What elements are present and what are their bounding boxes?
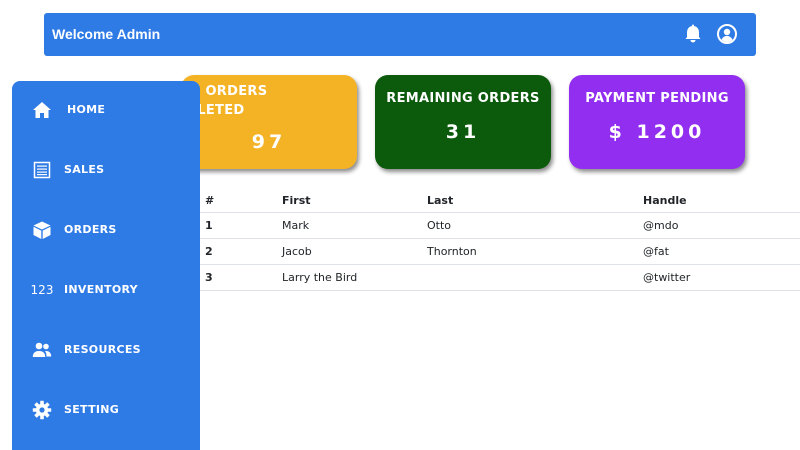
people-icon <box>31 339 53 361</box>
table-cell: 3 <box>200 264 282 291</box>
card-title: REMAINING ORDERS <box>386 91 540 106</box>
table-row: 2 Jacob Thornton @fat <box>200 238 800 265</box>
table-cell: @fat <box>643 238 800 265</box>
table-cell: Jacob <box>282 238 427 265</box>
table-cell: Otto <box>427 212 643 239</box>
card-value: $ 1200 <box>608 121 706 143</box>
orders-table: # First Last Handle 1 Mark Otto @mdo 2 J… <box>200 188 800 291</box>
welcome-title: Welcome Admin <box>52 26 161 42</box>
column-header: Last <box>427 188 643 213</box>
sidebar-item-label: INVENTORY <box>64 283 138 296</box>
table-cell: Mark <box>282 212 427 239</box>
top-navbar: Welcome Admin <box>44 13 756 56</box>
card-value: 31 <box>445 121 481 143</box>
table-cell: 1 <box>200 212 282 239</box>
sidebar-item-resources[interactable]: RESOURCES <box>12 328 200 372</box>
sidebar: HOME SALES ORDERS 123 INVENTORY RESOURCE… <box>12 81 200 450</box>
sidebar-item-home[interactable]: HOME <box>12 88 200 132</box>
sidebar-item-label: SETTING <box>64 403 120 416</box>
home-icon <box>31 99 53 121</box>
table-row: 1 Mark Otto @mdo <box>200 212 800 239</box>
column-header: # <box>200 188 282 213</box>
sidebar-item-sales[interactable]: SALES <box>12 148 200 192</box>
total-orders-completed-card: TOTAL ORDERS COMPLETED 97 <box>181 75 357 169</box>
sidebar-item-label: RESOURCES <box>64 343 141 356</box>
table-cell: Thornton <box>427 238 643 265</box>
table-cell: Larry the Bird <box>282 264 427 291</box>
table-header-row: # First Last Handle <box>200 188 800 213</box>
card-title: PAYMENT PENDING <box>585 91 729 106</box>
receipt-icon <box>31 159 53 181</box>
table-cell <box>427 264 643 291</box>
sidebar-item-label: ORDERS <box>64 223 117 236</box>
numbers-icon: 123 <box>30 283 54 297</box>
sidebar-item-label: SALES <box>64 163 105 176</box>
sidebar-item-setting[interactable]: SETTING <box>12 388 200 432</box>
column-header: First <box>282 188 427 213</box>
payment-pending-card: PAYMENT PENDING $ 1200 <box>569 75 745 169</box>
table-cell: @twitter <box>643 264 800 291</box>
table-cell: 2 <box>200 238 282 265</box>
user-circle-icon[interactable] <box>716 23 738 45</box>
box-icon <box>31 219 53 241</box>
table-cell: @mdo <box>643 212 800 239</box>
sidebar-item-label: HOME <box>67 103 106 116</box>
card-value: 97 <box>251 131 287 153</box>
table-row: 3 Larry the Bird @twitter <box>200 264 800 291</box>
sidebar-item-orders[interactable]: ORDERS <box>12 208 200 252</box>
column-header: Handle <box>643 188 800 213</box>
bell-icon[interactable] <box>682 23 704 45</box>
remaining-orders-card: REMAINING ORDERS 31 <box>375 75 551 169</box>
gear-icon <box>31 399 53 421</box>
sidebar-item-inventory[interactable]: 123 INVENTORY <box>12 268 200 312</box>
